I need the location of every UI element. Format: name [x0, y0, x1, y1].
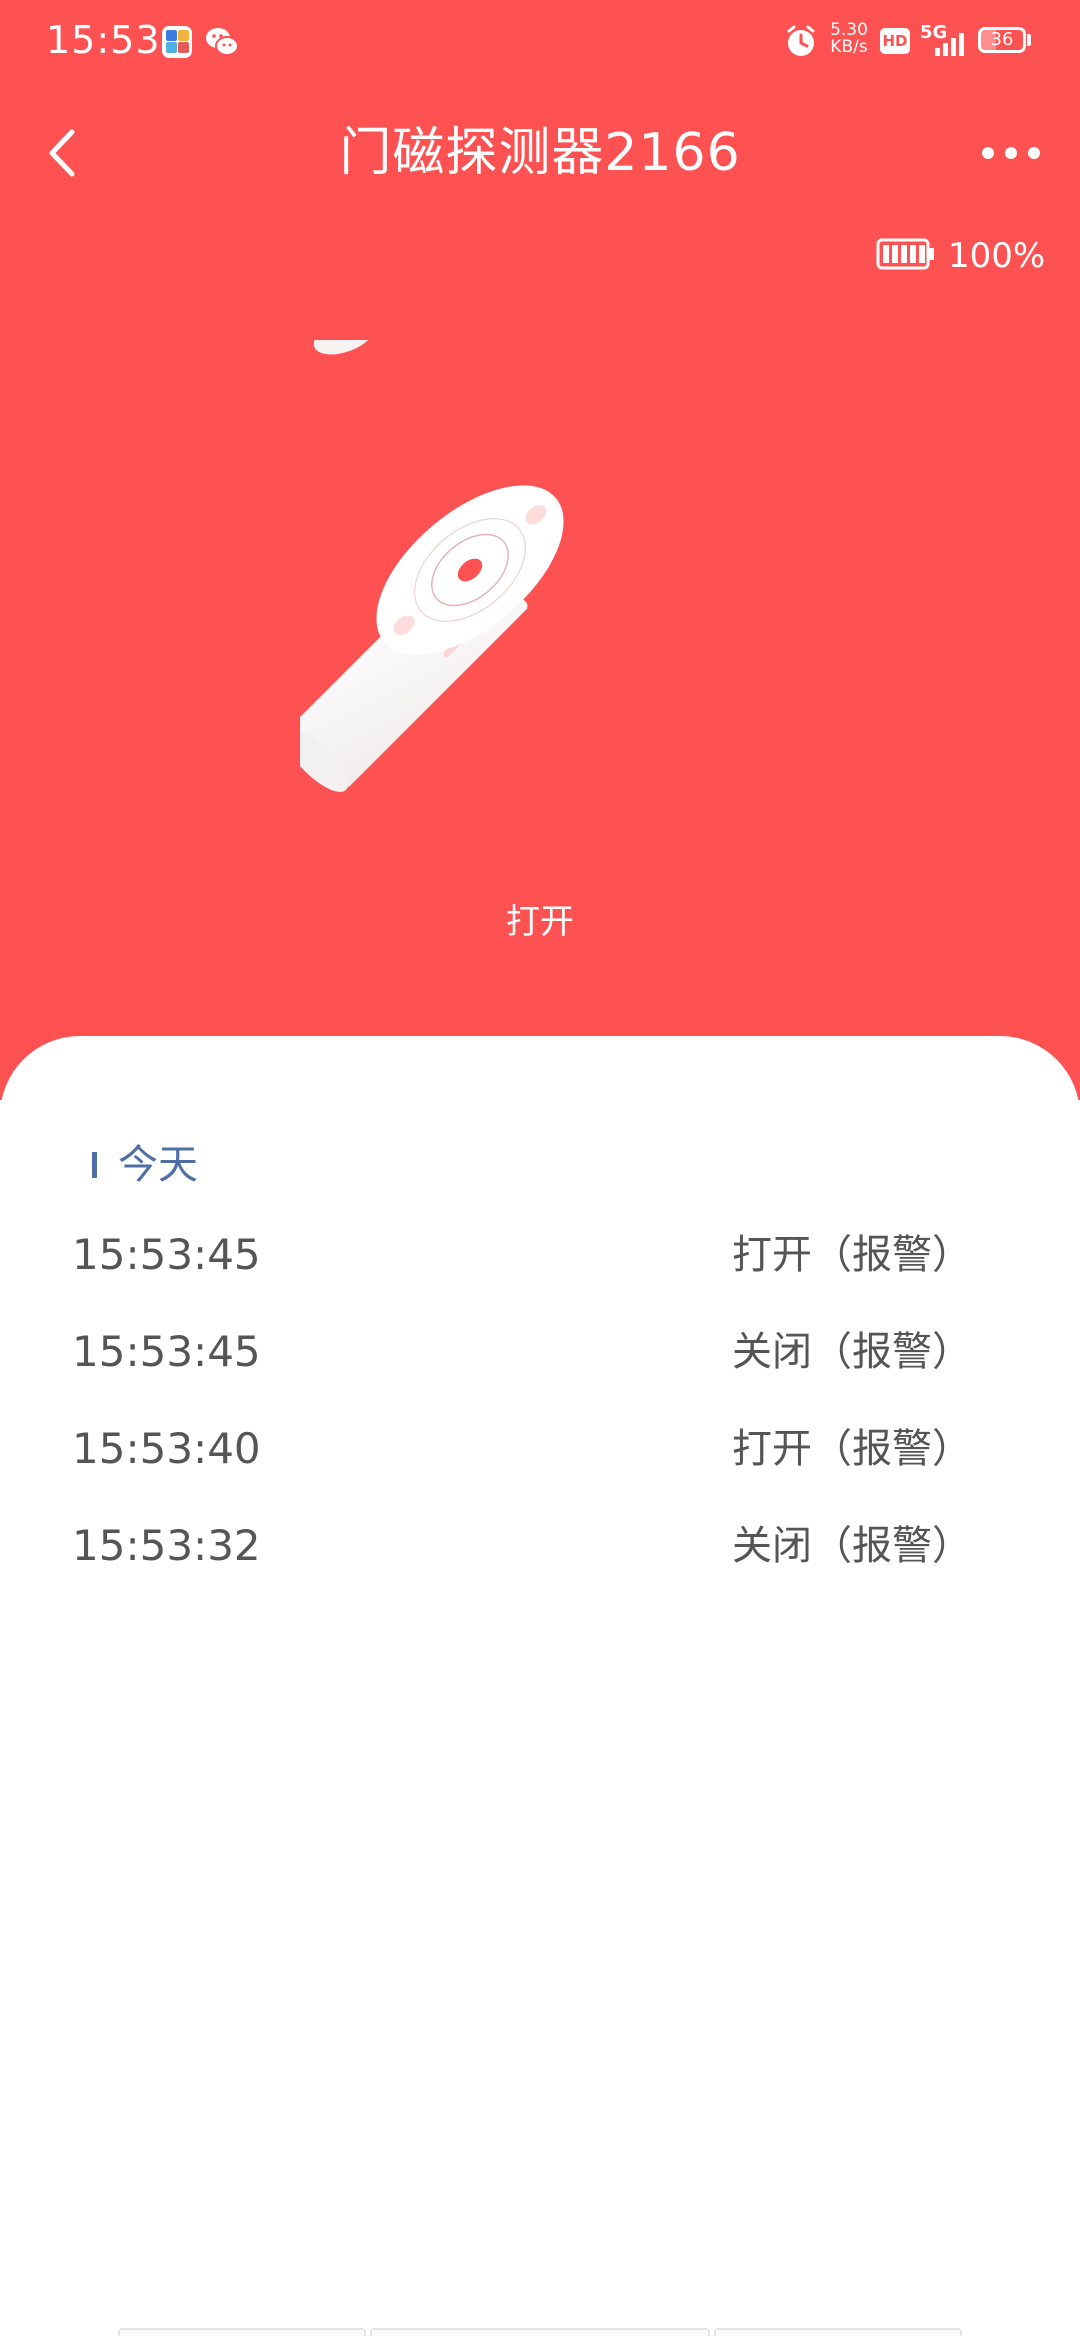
history-card: 今天 15:53:45 打开（报警） 15:53:45 关闭（报警） 15:53… [0, 1036, 1080, 2340]
battery-segment [919, 245, 925, 263]
history-list: 15:53:45 打开（报警） 15:53:45 关闭（报警） 15:53:40… [72, 1218, 972, 1606]
battery-tip [1027, 34, 1031, 46]
network-speed: 5.30 KB/s [826, 22, 872, 56]
history-row: 15:53:45 打开（报警） [72, 1218, 972, 1315]
device-battery-icon [876, 238, 934, 270]
door-sensor-illustration [300, 340, 564, 792]
battery-icon: 36 [978, 27, 1026, 53]
status-time: 15:53 [46, 18, 161, 62]
history-row-time: 15:53:45 [72, 1327, 261, 1376]
status-bar: 15:53 5.30 KB/s HD 5G 36 [0, 0, 1080, 84]
device-state-label: 打开 [506, 902, 574, 942]
battery-percent: 36 [990, 29, 1014, 50]
history-row-status: 打开（报警） [732, 1232, 972, 1278]
chevron-left-icon [49, 129, 75, 177]
history-row-time: 15:53:40 [72, 1424, 261, 1473]
page-title: 门磁探测器2166 [339, 123, 741, 183]
history-row-time: 15:53:32 [72, 1521, 261, 1570]
signal-icon [935, 33, 964, 56]
more-dots-icon [982, 147, 1040, 159]
history-row-status: 关闭（报警） [732, 1329, 972, 1375]
history-row: 15:53:32 关闭（报警） [72, 1509, 972, 1606]
wechat-icon [206, 28, 239, 56]
battery-segment [910, 245, 916, 263]
history-row-time: 15:53:45 [72, 1230, 261, 1279]
network-speed-unit: KB/s [830, 37, 868, 57]
bottom-edge-segment [370, 2328, 710, 2336]
section-label: 今天 [118, 1142, 198, 1188]
hd-icon: HD [880, 28, 910, 54]
alarm-icon [787, 25, 815, 56]
history-row-status: 打开（报警） [732, 1426, 972, 1472]
history-row-status: 关闭（报警） [732, 1523, 972, 1569]
bottom-edge-segment [714, 2328, 962, 2336]
back-button[interactable] [30, 118, 100, 188]
history-row: 15:53:40 打开（报警） [72, 1412, 972, 1509]
battery-segment [883, 245, 889, 263]
battery-segment [901, 245, 907, 263]
app-notification-icon [162, 26, 192, 58]
history-row: 15:53:45 关闭（报警） [72, 1315, 972, 1412]
app-header: 门磁探测器2166 [0, 100, 1080, 204]
bottom-edge-segment [118, 2328, 366, 2336]
more-button[interactable] [966, 118, 1062, 188]
section-marker [92, 1152, 97, 1178]
device-battery-text: 100% [948, 236, 1046, 276]
battery-segment [892, 245, 898, 263]
